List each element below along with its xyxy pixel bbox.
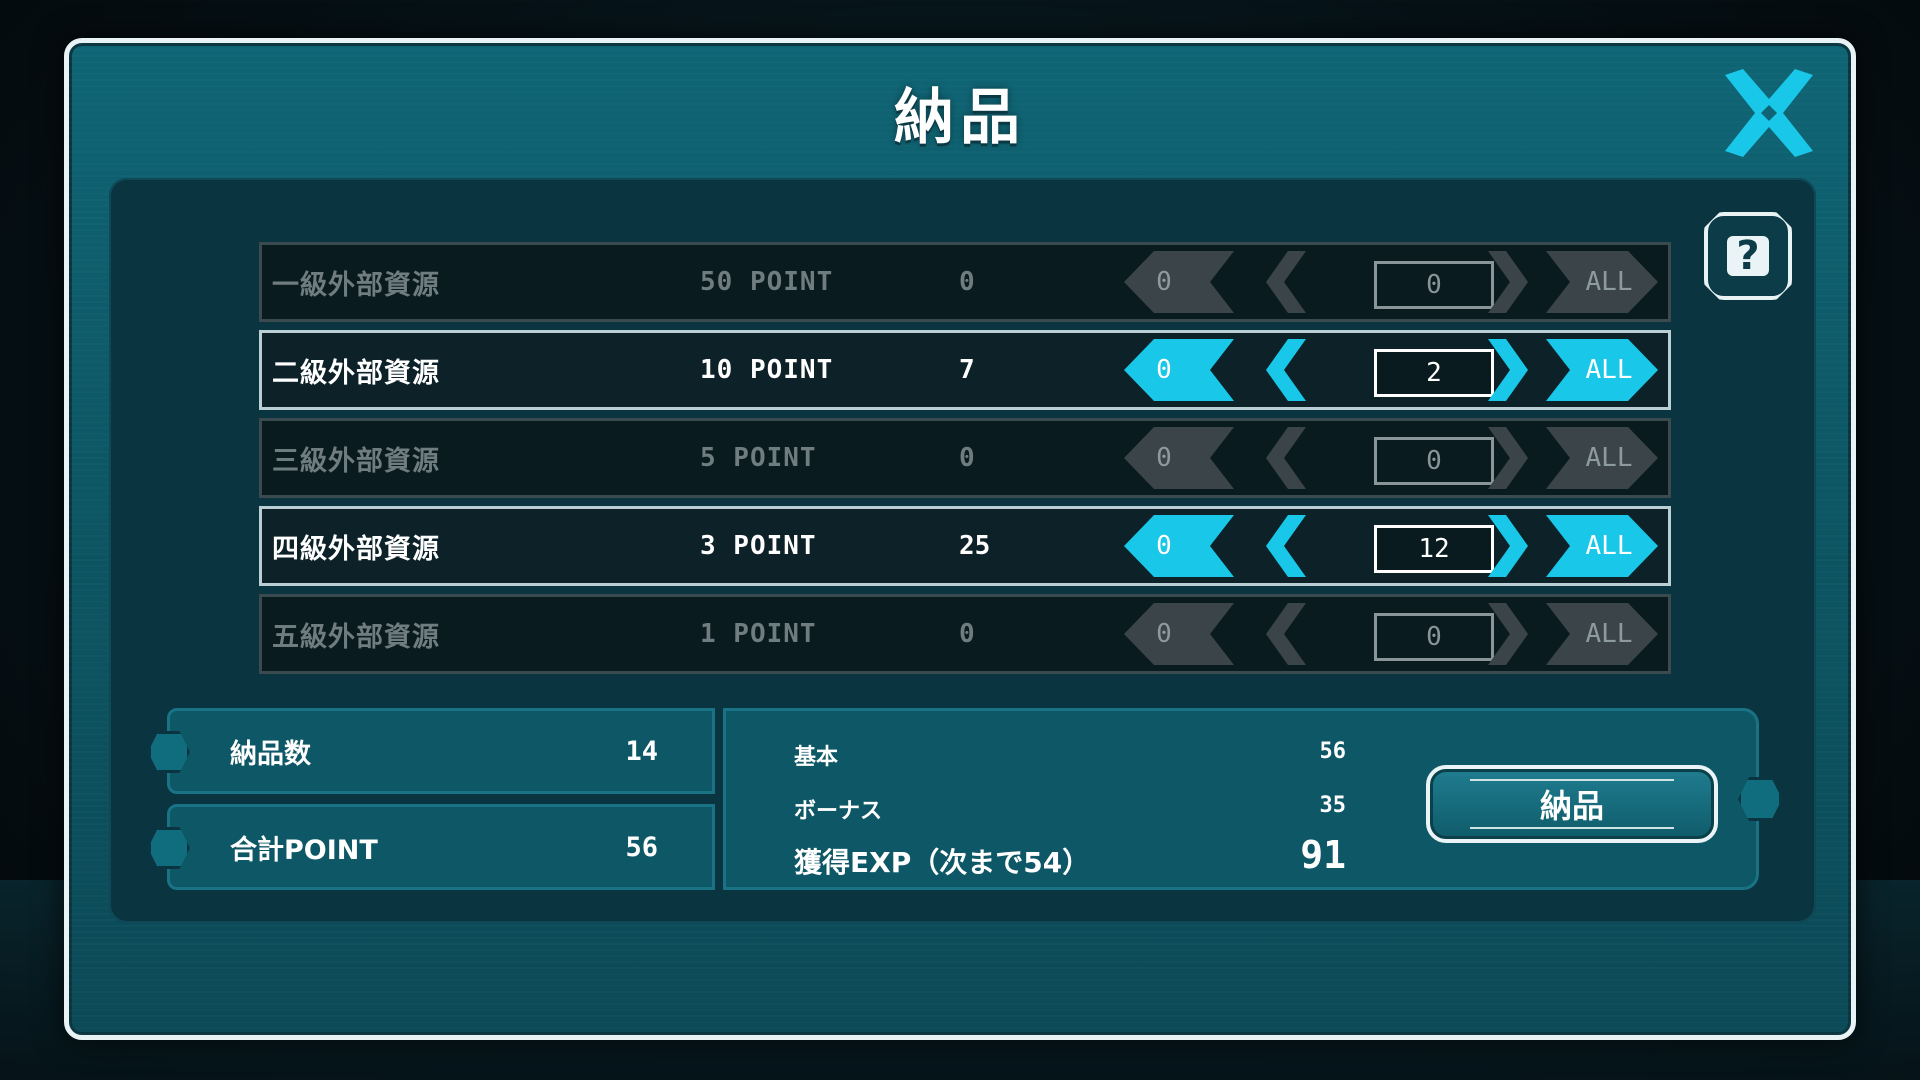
chevron-right-icon (1488, 515, 1528, 577)
hexagon-icon (148, 827, 190, 869)
quantity-field[interactable]: 12 (1374, 525, 1494, 573)
set-all-label: ALL (1585, 355, 1633, 385)
set-zero-button[interactable]: 0 (1124, 339, 1234, 401)
help-icon: ? (1727, 236, 1769, 276)
decrement-button[interactable] (1262, 251, 1314, 313)
resource-row: 四級外部資源 3 POINT 25 0 12 ALL (259, 506, 1671, 586)
gained-exp-value: 91 (1300, 833, 1346, 877)
increment-button[interactable] (1480, 251, 1532, 313)
resource-owned-count: 0 (959, 619, 975, 649)
gained-exp-label: 獲得EXP（次まで54） (794, 846, 1091, 879)
increment-button[interactable] (1480, 603, 1532, 665)
resource-owned-count: 25 (959, 531, 991, 561)
delivery-count-label: 納品数 (230, 738, 311, 770)
close-button[interactable] (1721, 65, 1817, 161)
delivery-count-value: 14 (625, 735, 658, 767)
total-point-value: 56 (625, 831, 658, 863)
set-all-button[interactable]: ALL (1546, 603, 1658, 665)
quantity-field[interactable]: 0 (1374, 437, 1494, 485)
increment-button[interactable] (1480, 515, 1532, 577)
bonus-exp-label: ボーナス (794, 799, 883, 824)
delivery-count-box: 納品数 14 (148, 708, 715, 794)
resource-owned-count: 0 (959, 267, 975, 297)
set-zero-label: 0 (1156, 355, 1172, 385)
resource-owned-count: 7 (959, 355, 975, 385)
bonus-exp-value: 35 (1319, 793, 1347, 818)
total-point-box: 合計POINT 56 (148, 804, 715, 890)
set-zero-label: 0 (1156, 619, 1172, 649)
base-exp-value: 56 (1319, 739, 1347, 764)
set-all-label: ALL (1585, 531, 1633, 561)
set-zero-button[interactable]: 0 (1124, 427, 1234, 489)
chevron-left-icon (1266, 515, 1306, 577)
close-x-icon (1725, 69, 1813, 157)
resource-name: 三級外部資源 (272, 445, 440, 477)
decrement-button[interactable] (1262, 603, 1314, 665)
delivery-dialog: 納品 ? 一級外部資源 50 POINT 0 0 0 ALL 二級外部資源 10… (64, 38, 1856, 1040)
deliver-button[interactable]: 納品 (1426, 765, 1718, 843)
resource-point-value: 10 POINT (700, 355, 834, 385)
increment-button[interactable] (1480, 339, 1532, 401)
summary-left: 納品数 14 合計POINT 56 (148, 708, 715, 900)
set-zero-label: 0 (1156, 443, 1172, 473)
resource-row: 一級外部資源 50 POINT 0 0 0 ALL (259, 242, 1671, 322)
set-all-button[interactable]: ALL (1546, 427, 1658, 489)
total-point-label: 合計POINT (230, 834, 378, 866)
quantity-field[interactable]: 2 (1374, 349, 1494, 397)
hexagon-icon (148, 731, 190, 773)
exp-summary: 基本 56 ボーナス 35 獲得EXP（次まで54） 91 納品 (723, 708, 1782, 890)
decrement-button[interactable] (1262, 515, 1314, 577)
resource-point-value: 50 POINT (700, 267, 834, 297)
set-zero-button[interactable]: 0 (1124, 251, 1234, 313)
chevron-right-icon (1488, 427, 1528, 489)
decrement-button[interactable] (1262, 427, 1314, 489)
base-exp-label: 基本 (794, 745, 839, 770)
hexagon-icon (1738, 777, 1782, 821)
chevron-left-icon (1266, 427, 1306, 489)
chevron-left-icon (1266, 339, 1306, 401)
resource-point-value: 1 POINT (700, 619, 817, 649)
resource-row: 五級外部資源 1 POINT 0 0 0 ALL (259, 594, 1671, 674)
set-all-label: ALL (1585, 619, 1633, 649)
resource-point-value: 5 POINT (700, 443, 817, 473)
resource-name: 五級外部資源 (272, 621, 440, 653)
decrement-button[interactable] (1262, 339, 1314, 401)
set-all-button[interactable]: ALL (1546, 251, 1658, 313)
set-zero-button[interactable]: 0 (1124, 603, 1234, 665)
resource-row: 二級外部資源 10 POINT 7 0 2 ALL (259, 330, 1671, 410)
resource-name: 一級外部資源 (272, 269, 440, 301)
chevron-right-icon (1488, 251, 1528, 313)
resource-owned-count: 0 (959, 443, 975, 473)
chevron-right-icon (1488, 339, 1528, 401)
resource-point-value: 3 POINT (700, 531, 817, 561)
resource-name: 四級外部資源 (272, 533, 440, 565)
chevron-right-icon (1488, 603, 1528, 665)
set-zero-label: 0 (1156, 531, 1172, 561)
resource-name: 二級外部資源 (272, 357, 440, 389)
chevron-left-icon (1266, 603, 1306, 665)
set-zero-button[interactable]: 0 (1124, 515, 1234, 577)
dialog-title: 納品 (894, 83, 1026, 153)
resource-row: 三級外部資源 5 POINT 0 0 0 ALL (259, 418, 1671, 498)
resource-list: 一級外部資源 50 POINT 0 0 0 ALL 二級外部資源 10 POIN… (259, 242, 1671, 682)
set-all-button[interactable]: ALL (1546, 515, 1658, 577)
help-button[interactable]: ? (1704, 212, 1792, 300)
increment-button[interactable] (1480, 427, 1532, 489)
set-all-label: ALL (1585, 267, 1633, 297)
quantity-field[interactable]: 0 (1374, 613, 1494, 661)
chevron-left-icon (1266, 251, 1306, 313)
set-all-label: ALL (1585, 443, 1633, 473)
set-zero-label: 0 (1156, 267, 1172, 297)
quantity-field[interactable]: 0 (1374, 261, 1494, 309)
resource-panel: ? 一級外部資源 50 POINT 0 0 0 ALL 二級外部資源 10 PO… (109, 178, 1816, 923)
set-all-button[interactable]: ALL (1546, 339, 1658, 401)
